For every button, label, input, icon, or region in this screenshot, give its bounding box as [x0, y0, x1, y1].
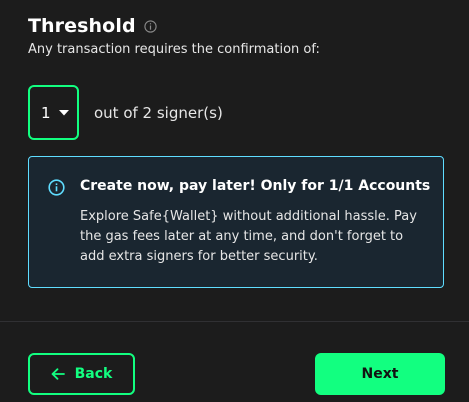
arrow-left-icon — [51, 368, 65, 380]
info-icon[interactable] — [144, 19, 157, 33]
caret-down-icon — [58, 109, 69, 116]
back-button-label: Back — [74, 366, 113, 382]
page-title: Threshold — [28, 15, 136, 37]
divider — [0, 321, 469, 322]
threshold-step: Threshold Any transaction requires the c… — [0, 0, 469, 402]
subtitle: Any transaction requires the confirmatio… — [28, 42, 320, 57]
notice-body: Explore Safe{Wallet} without additional … — [80, 209, 417, 264]
title-row: Threshold — [28, 15, 157, 37]
next-button[interactable]: Next — [315, 353, 445, 395]
next-button-label: Next — [361, 366, 399, 382]
notice-heading: Create now, pay later! Only for 1/1 Acco… — [80, 178, 431, 194]
threshold-select-value: 1 — [41, 103, 51, 122]
threshold-row: 1 out of 2 signer(s) — [28, 85, 223, 140]
pay-later-notice: Create now, pay later! Only for 1/1 Acco… — [28, 156, 444, 288]
back-button[interactable]: Back — [28, 353, 135, 395]
signers-count-text: out of 2 signer(s) — [94, 103, 223, 122]
info-icon — [48, 179, 65, 196]
threshold-select[interactable]: 1 — [28, 85, 79, 140]
